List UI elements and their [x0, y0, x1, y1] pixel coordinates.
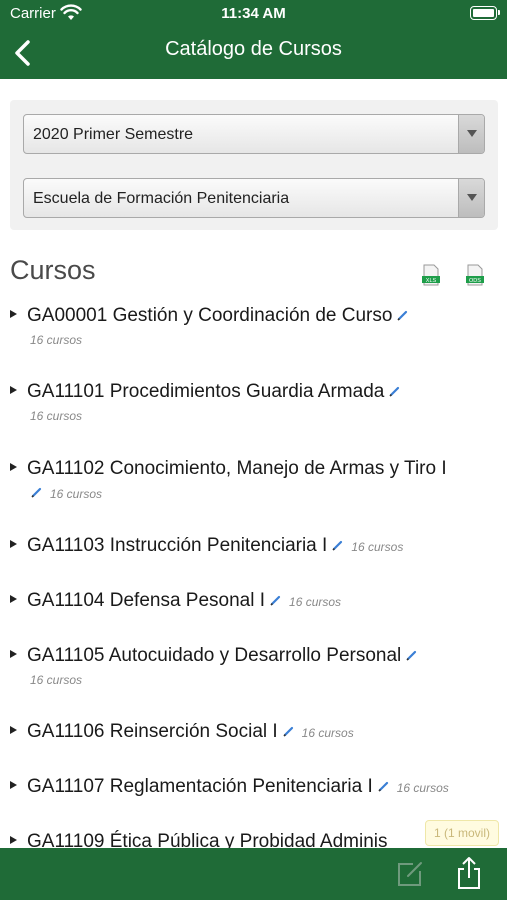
expand-triangle-icon[interactable] [10, 650, 17, 658]
list-item[interactable]: GA11109 Ética Pública y Probidad Adminis [10, 830, 497, 848]
expand-triangle-icon[interactable] [10, 310, 17, 318]
school-select-value: Escuela de Formación Penitenciaria [33, 190, 290, 207]
list-item[interactable]: GA11105 Autocuidado y Desarrollo Persona… [10, 644, 497, 688]
export-ods-label: ODS [469, 278, 481, 284]
page-title: Catálogo de Cursos [165, 38, 342, 60]
filter-panel: 2020 Primer Semestre Escuela de Formació… [10, 100, 498, 230]
expand-triangle-icon[interactable] [10, 463, 17, 471]
pencil-icon[interactable] [405, 648, 419, 662]
course-count: 16 cursos [30, 333, 83, 347]
list-item[interactable]: GA00001 Gestión y Coordinación de Curso … [10, 304, 497, 348]
course-name: Autocuidado y Desarrollo Personal [108, 645, 402, 666]
pencil-icon[interactable] [388, 384, 402, 398]
top-bar: Carrier 11:34 AM Catálogo de Cursos [0, 0, 507, 79]
export-ods-icon[interactable]: ODS [466, 264, 484, 286]
share-icon[interactable] [455, 856, 483, 890]
course-code: GA11106 [27, 721, 105, 742]
course-name: Gestión y Coordinación de Curso [112, 305, 393, 326]
course-code: GA11105 [27, 645, 105, 666]
compose-icon[interactable] [396, 860, 424, 888]
pencil-icon[interactable] [396, 308, 410, 322]
course-count: 16 cursos [301, 726, 354, 740]
expand-triangle-icon[interactable] [10, 781, 17, 789]
expand-triangle-icon[interactable] [10, 836, 17, 844]
expand-triangle-icon[interactable] [10, 386, 17, 394]
course-code: GA11101 [27, 381, 105, 402]
course-code: GA11102 [27, 458, 105, 479]
export-xls-label: XLS [426, 278, 437, 284]
chevron-down-icon [458, 179, 484, 217]
school-select[interactable]: Escuela de Formación Penitenciaria [23, 178, 485, 218]
course-count: 16 cursos [289, 595, 342, 609]
pencil-icon[interactable] [269, 593, 283, 607]
list-item[interactable]: GA11102 Conocimiento, Manejo de Armas y … [10, 457, 497, 502]
list-item[interactable]: GA11104 Defensa Pesonal I 16 cursos [10, 589, 497, 614]
list-item[interactable]: GA11101 Procedimientos Guardia Armada 16… [10, 380, 497, 424]
course-name: Reglamentación Penitenciaria I [109, 776, 373, 797]
status-bar: Carrier 11:34 AM [0, 0, 507, 28]
expand-triangle-icon[interactable] [10, 726, 17, 734]
course-count: 16 cursos [50, 487, 103, 501]
list-item[interactable]: GA11107 Reglamentación Penitenciaria I 16… [10, 775, 497, 800]
chevron-down-icon [458, 115, 484, 153]
semester-select[interactable]: 2020 Primer Semestre [23, 114, 485, 154]
course-code: GA11107 [27, 776, 105, 797]
expand-triangle-icon[interactable] [10, 595, 17, 603]
course-code: GA11104 [27, 590, 105, 611]
session-badge: 1 (1 movil) [425, 820, 499, 846]
battery-icon [470, 6, 500, 20]
course-name: Ética Pública y Probidad Adminis [109, 831, 388, 848]
course-name: Reinserción Social I [109, 721, 278, 742]
pencil-icon[interactable] [377, 779, 391, 793]
course-code: GA11103 [27, 535, 105, 556]
course-count: 16 cursos [30, 409, 83, 423]
pencil-icon[interactable] [282, 724, 296, 738]
course-name: Instrucción Penitenciaria I [109, 535, 328, 556]
expand-triangle-icon[interactable] [10, 540, 17, 548]
course-count: 16 cursos [351, 540, 404, 554]
bottom-toolbar [0, 848, 507, 900]
list-item[interactable]: GA11106 Reinserción Social I 16 cursos [10, 720, 497, 745]
clock: 11:34 AM [221, 5, 286, 22]
pencil-icon[interactable] [331, 538, 345, 552]
course-name: Conocimiento, Manejo de Armas y Tiro I [109, 458, 447, 479]
course-code: GA11109 [27, 831, 105, 848]
pencil-icon[interactable] [30, 485, 44, 499]
section-title: Cursos [10, 255, 96, 285]
course-name: Procedimientos Guardia Armada [109, 381, 385, 402]
course-name: Defensa Pesonal I [109, 590, 266, 611]
course-count: 16 cursos [396, 781, 449, 795]
list-item[interactable]: GA11103 Instrucción Penitenciaria I 16 cu… [10, 534, 497, 559]
semester-select-value: 2020 Primer Semestre [33, 126, 194, 143]
course-count: 16 cursos [30, 673, 83, 687]
course-code: GA00001 [27, 305, 108, 326]
export-xls-icon[interactable]: XLS [422, 264, 440, 286]
